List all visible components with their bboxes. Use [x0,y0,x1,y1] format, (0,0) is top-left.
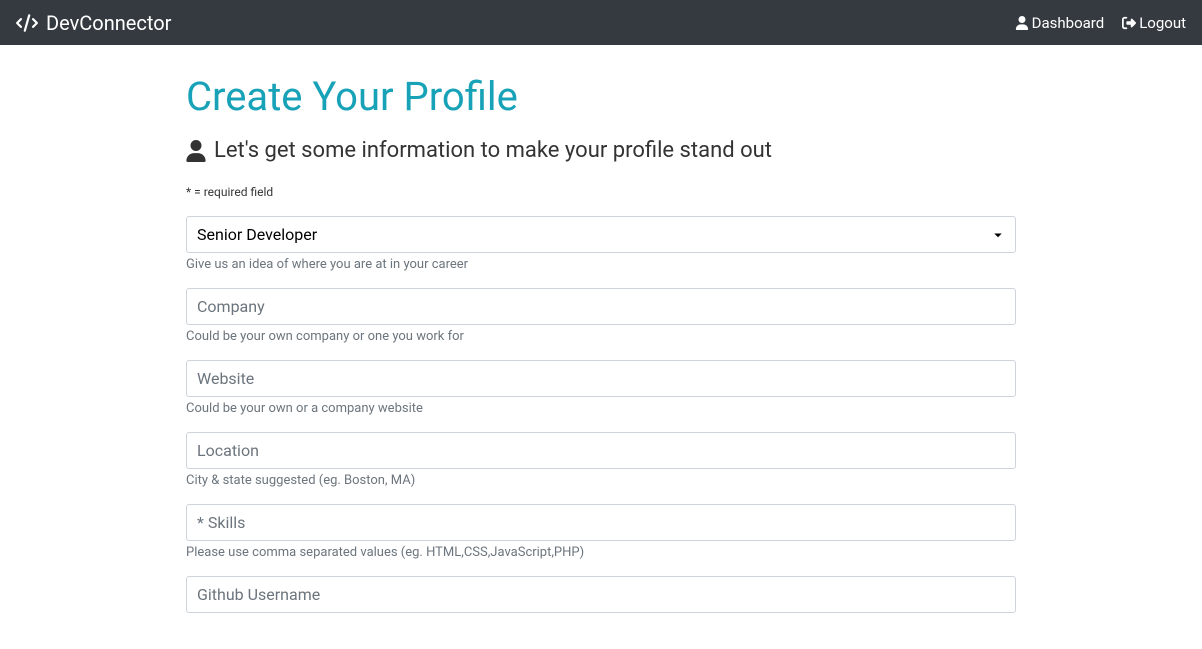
company-help: Could be your own company or one you wor… [186,329,464,344]
skills-group: Please use comma separated values (eg. H… [186,504,1016,560]
logout-icon [1122,16,1136,30]
skills-help: Please use comma separated values (eg. H… [186,545,584,560]
required-note: * = required field [186,185,273,199]
skills-input[interactable] [186,504,1016,541]
status-select[interactable]: Senior Developer [186,216,1016,253]
company-input[interactable] [186,288,1016,325]
github-group [186,576,1016,613]
company-group: Could be your own company or one you wor… [186,288,1016,344]
brand-text: DevConnector [46,11,171,35]
lead-text: Let's get some information to make your … [214,138,772,163]
dashboard-link[interactable]: Dashboard [1015,14,1105,32]
dashboard-label: Dashboard [1032,14,1105,32]
status-help: Give us an idea of where you are at in y… [186,257,468,272]
navbar-right: Dashboard Logout [1015,14,1186,32]
brand-link[interactable]: DevConnector [16,11,171,35]
logout-link[interactable]: Logout [1122,14,1186,32]
website-input[interactable] [186,360,1016,397]
status-group: Senior Developer Give us an idea of wher… [186,216,1016,272]
location-group: City & state suggested (eg. Boston, MA) [186,432,1016,488]
logout-label: Logout [1139,14,1186,32]
location-input[interactable] [186,432,1016,469]
user-icon [186,140,206,162]
navbar: DevConnector Dashboard Logout [0,0,1202,45]
location-help: City & state suggested (eg. Boston, MA) [186,473,415,488]
page-title: Create Your Profile [186,73,1016,120]
profile-form: Senior Developer Give us an idea of wher… [186,216,1016,613]
website-help: Could be your own or a company website [186,401,423,416]
page-lead: Let's get some information to make your … [186,138,1016,163]
website-group: Could be your own or a company website [186,360,1016,416]
code-icon [16,14,38,32]
main-container: Create Your Profile Let's get some infor… [186,45,1016,649]
user-icon [1015,16,1029,30]
github-input[interactable] [186,576,1016,613]
